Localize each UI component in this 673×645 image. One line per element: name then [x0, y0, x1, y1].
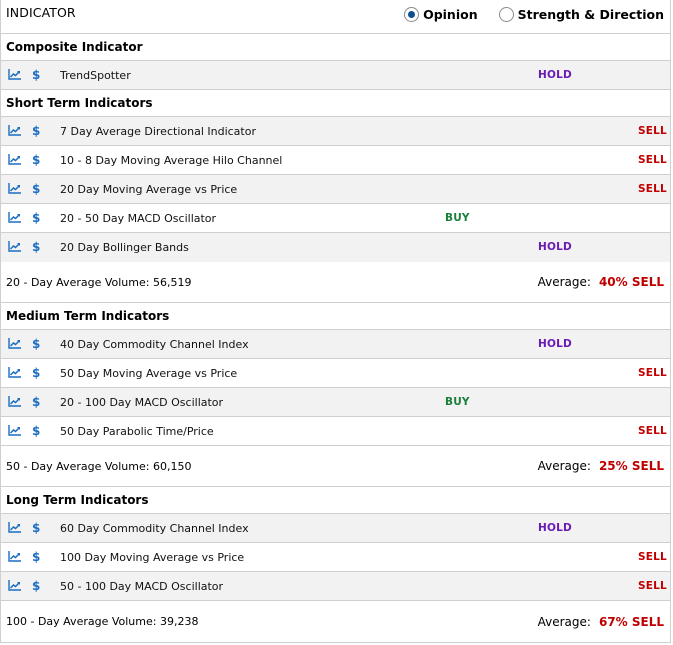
line-chart-icon[interactable] — [8, 212, 21, 223]
indicator-panel: INDICATOR Opinion Strength & Direction C… — [0, 0, 671, 643]
panel-header: INDICATOR Opinion Strength & Direction — [1, 0, 670, 34]
signal-sell: SELL — [638, 183, 667, 195]
dollar-icon[interactable]: $ — [32, 211, 40, 225]
indicator-row: $20 Day Moving Average vs Price SELL — [1, 175, 670, 204]
radio-unchecked-icon[interactable] — [498, 7, 514, 22]
section-title-short-term: Short Term Indicators — [1, 90, 670, 117]
signal-buy: BUY — [445, 212, 470, 224]
dollar-icon[interactable]: $ — [32, 521, 40, 535]
opinion-radio[interactable]: Opinion — [404, 7, 478, 22]
signal-hold: HOLD — [538, 522, 572, 534]
indicator-row: $20 Day Bollinger Bands HOLD — [1, 233, 670, 262]
section-title-medium-term: Medium Term Indicators — [1, 303, 670, 330]
strength-direction-radio[interactable]: Strength & Direction — [498, 7, 664, 22]
dollar-icon[interactable]: $ — [32, 366, 40, 380]
line-chart-icon[interactable] — [8, 125, 21, 136]
indicator-row: $10 - 8 Day Moving Average Hilo Channel S… — [1, 146, 670, 175]
indicator-title: INDICATOR — [6, 5, 76, 20]
opinion-radio-label: Opinion — [423, 7, 478, 22]
indicator-row: $40 Day Commodity Channel Index HOLD — [1, 330, 670, 359]
indicator-row: $50 - 100 Day MACD Oscillator SELL — [1, 572, 670, 601]
average-label: Average: — [537, 614, 591, 629]
line-chart-icon[interactable] — [8, 154, 21, 165]
indicator-row: $20 - 100 Day MACD Oscillator BUY — [1, 388, 670, 417]
average-label: Average: — [537, 275, 591, 289]
indicator-name: 40 Day Commodity Channel Index — [60, 338, 249, 351]
indicator-row: $50 Day Moving Average vs Price SELL — [1, 359, 670, 388]
average-label: Average: — [537, 459, 591, 473]
dollar-icon[interactable]: $ — [32, 579, 40, 593]
dollar-icon[interactable]: $ — [32, 424, 40, 438]
indicator-name: 50 Day Moving Average vs Price — [60, 367, 238, 380]
average-value: 25% SELL — [598, 459, 664, 473]
dollar-icon[interactable]: $ — [32, 182, 40, 196]
radio-checked-icon[interactable] — [404, 7, 420, 22]
signal-sell: SELL — [638, 425, 667, 437]
average-value: 40% SELL — [598, 275, 664, 289]
indicator-name: 10 - 8 Day Moving Average Hilo Channel — [60, 154, 283, 167]
line-chart-icon[interactable] — [8, 241, 21, 252]
indicator-row: $100 Day Moving Average vs Price SELL — [1, 543, 670, 572]
indicator-row: $20 - 50 Day MACD Oscillator BUY — [1, 204, 670, 233]
indicator-name: 20 Day Bollinger Bands — [60, 241, 189, 254]
average-volume: 100 - Day Average Volume: 39,238 — [6, 615, 199, 628]
dollar-icon[interactable]: $ — [32, 395, 40, 409]
indicator-row: $ TrendSpotter HOLD — [1, 61, 670, 90]
line-chart-icon[interactable] — [8, 69, 21, 80]
average-opinion: Average: 25% SELL — [538, 459, 664, 473]
signal-buy: BUY — [445, 396, 470, 408]
indicator-row: $50 Day Parabolic Time/Price SELL — [1, 417, 670, 446]
line-chart-icon[interactable] — [8, 425, 21, 436]
dollar-icon[interactable]: $ — [32, 337, 40, 351]
average-value: 67% SELL — [598, 614, 664, 629]
average-opinion: Average: 67% SELL — [538, 615, 664, 629]
long-term-summary: 100 - Day Average Volume: 39,238 Average… — [1, 601, 670, 642]
signal-hold: HOLD — [538, 338, 572, 350]
indicator-name: 20 - 100 Day MACD Oscillator — [60, 396, 224, 409]
indicator-name: 60 Day Commodity Channel Index — [60, 522, 249, 535]
dollar-icon[interactable]: $ — [32, 153, 40, 167]
indicator-name: 50 Day Parabolic Time/Price — [60, 425, 214, 438]
indicator-name: 100 Day Moving Average vs Price — [60, 551, 245, 564]
signal-sell: SELL — [638, 367, 667, 379]
line-chart-icon[interactable] — [8, 338, 21, 349]
medium-term-summary: 50 - Day Average Volume: 60,150 Average:… — [1, 446, 670, 487]
indicator-row: $7 Day Average Directional Indicator SELL — [1, 117, 670, 146]
section-title-composite: Composite Indicator — [1, 34, 670, 61]
line-chart-icon[interactable] — [8, 396, 21, 407]
dollar-icon[interactable]: $ — [32, 550, 40, 564]
indicator-name: 20 Day Moving Average vs Price — [60, 183, 238, 196]
indicator-name: 7 Day Average Directional Indicator — [60, 125, 256, 138]
indicator-name: 50 - 100 Day MACD Oscillator — [60, 580, 224, 593]
average-volume: 50 - Day Average Volume: 60,150 — [6, 459, 192, 473]
short-term-summary: 20 - Day Average Volume: 56,519 Average:… — [1, 262, 670, 303]
average-opinion: Average: 40% SELL — [538, 275, 664, 289]
signal-sell: SELL — [638, 551, 667, 563]
dollar-icon[interactable]: $ — [32, 124, 40, 138]
signal-hold: HOLD — [538, 241, 572, 253]
strength-direction-radio-label: Strength & Direction — [517, 7, 664, 22]
view-toggle: Opinion Strength & Direction — [404, 7, 664, 22]
signal-sell: SELL — [638, 154, 667, 166]
line-chart-icon[interactable] — [8, 580, 21, 591]
line-chart-icon[interactable] — [8, 522, 21, 533]
dollar-icon[interactable]: $ — [32, 240, 40, 254]
indicator-row: $60 Day Commodity Channel Index HOLD — [1, 514, 670, 543]
average-volume: 20 - Day Average Volume: 56,519 — [6, 275, 192, 289]
line-chart-icon[interactable] — [8, 183, 21, 194]
indicator-name: TrendSpotter — [60, 69, 131, 82]
section-title-long-term: Long Term Indicators — [1, 487, 670, 514]
line-chart-icon[interactable] — [8, 551, 21, 562]
dollar-icon[interactable]: $ — [32, 68, 40, 82]
signal-sell: SELL — [638, 125, 667, 137]
line-chart-icon[interactable] — [8, 367, 21, 378]
signal-hold: HOLD — [538, 69, 572, 81]
signal-sell: SELL — [638, 580, 667, 592]
indicator-name: 20 - 50 Day MACD Oscillator — [60, 212, 217, 225]
